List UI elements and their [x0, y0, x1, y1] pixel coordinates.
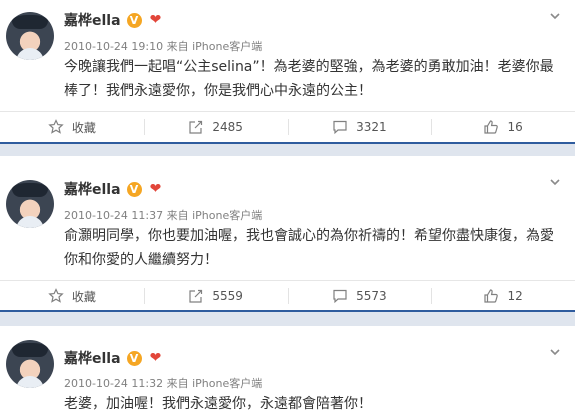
comment-count: 3321 [356, 120, 387, 134]
weibo-post: 嘉桦ella V ❤ 2010-10-24 11:32 来自 iPhone客户端… [0, 326, 575, 417]
collect-button[interactable]: 收藏 [0, 281, 144, 311]
comment-icon [333, 120, 347, 135]
post-meta: 2010-10-24 11:32 来自 iPhone客户端 [64, 377, 263, 390]
comment-count: 5573 [356, 289, 387, 303]
heart-badge-icon: ❤ [149, 349, 162, 366]
post-content: 老婆，加油喔！我們永遠愛你，永遠都會陪著你！ [64, 396, 372, 412]
like-count: 12 [507, 289, 523, 303]
comment-icon [333, 289, 347, 304]
verified-badge: V [126, 181, 142, 197]
repost-icon [189, 289, 203, 303]
verified-badge: V [126, 350, 142, 366]
chevron-down-icon[interactable] [549, 176, 561, 188]
post-separator [0, 310, 575, 326]
collect-button[interactable]: 收藏 [0, 112, 144, 142]
action-bar: 收藏 5559 5573 12 [0, 281, 575, 311]
avatar[interactable] [6, 180, 54, 228]
star-icon [48, 288, 64, 303]
username[interactable]: 嘉桦ella [64, 10, 121, 30]
heart-badge-icon: ❤ [149, 11, 162, 28]
heart-badge-icon: ❤ [149, 180, 162, 197]
like-count: 16 [507, 120, 523, 134]
chevron-down-icon[interactable] [549, 346, 561, 358]
chevron-down-icon[interactable] [549, 10, 561, 22]
post-content: 俞灝明同學，你也要加油喔，我也會誠心的為你祈禱的！希望你盡快康復，為愛你和你愛的… [64, 228, 554, 268]
verified-badge: V [126, 12, 142, 28]
collect-label: 收藏 [71, 289, 96, 304]
user-row: 嘉桦ella V ❤ [64, 11, 164, 29]
repost-count: 2485 [212, 120, 243, 134]
comment-button[interactable]: 5573 [287, 281, 432, 311]
weibo-post: 嘉桦ella V ❤ 2010-10-24 11:37 来自 iPhone客户端… [0, 156, 575, 310]
repost-count: 5559 [212, 289, 243, 303]
like-button[interactable]: 12 [431, 281, 575, 311]
user-row: 嘉桦ella V ❤ [64, 180, 164, 198]
post-separator [0, 142, 575, 156]
post-meta: 2010-10-24 11:37 来自 iPhone客户端 [64, 209, 263, 222]
post-meta: 2010-10-24 19:10 来自 iPhone客户端 [64, 40, 263, 53]
action-bar: 收藏 2485 3321 16 [0, 112, 575, 142]
like-button[interactable]: 16 [431, 112, 575, 142]
post-content: 今晚讓我們一起唱“公主selina”！為老婆的堅強，為老婆的勇敢加油！老婆你最棒… [64, 59, 554, 99]
weibo-post: 嘉桦ella V ❤ 2010-10-24 19:10 来自 iPhone客户端… [0, 0, 575, 142]
avatar[interactable] [6, 12, 54, 60]
username[interactable]: 嘉桦ella [64, 348, 121, 368]
repost-button[interactable]: 2485 [143, 112, 288, 142]
thumbs-up-icon [484, 120, 499, 134]
repost-button[interactable]: 5559 [143, 281, 288, 311]
repost-icon [189, 120, 203, 134]
username[interactable]: 嘉桦ella [64, 179, 121, 199]
user-row: 嘉桦ella V ❤ [64, 349, 164, 367]
star-icon [48, 119, 64, 134]
collect-label: 收藏 [71, 120, 96, 135]
avatar[interactable] [6, 340, 54, 388]
thumbs-up-icon [484, 289, 499, 303]
comment-button[interactable]: 3321 [287, 112, 432, 142]
